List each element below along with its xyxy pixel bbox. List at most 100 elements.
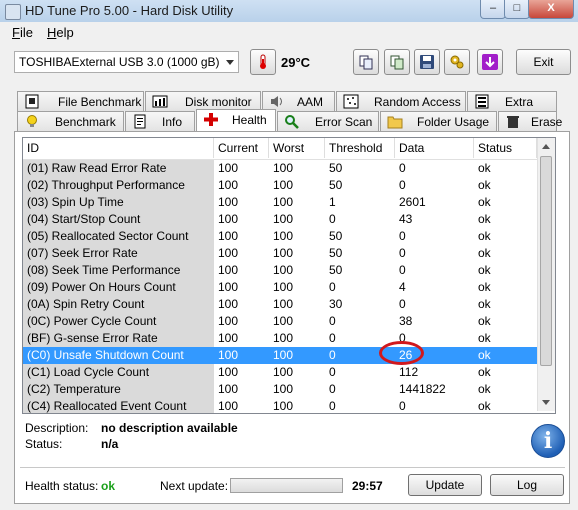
minimize-button[interactable]: – bbox=[480, 0, 506, 19]
table-cell-threshold: 50 bbox=[329, 229, 343, 243]
table-cell-current: 100 bbox=[218, 399, 239, 413]
table-row[interactable]: (05) Reallocated Sector Count 100 100 50 0 ok bbox=[23, 228, 555, 245]
folder-icon bbox=[387, 116, 403, 129]
table-cell-status: ok bbox=[478, 348, 491, 362]
tab-health[interactable]: Health bbox=[196, 109, 276, 131]
table-row[interactable]: (08) Seek Time Performance 100 100 50 0 ok bbox=[23, 262, 555, 279]
maximize-button[interactable]: □ bbox=[504, 0, 530, 19]
exit-button[interactable]: Exit bbox=[516, 49, 571, 75]
table-cell-worst: 100 bbox=[273, 331, 294, 345]
table-cell-status: ok bbox=[478, 399, 491, 413]
table-cell-threshold: 0 bbox=[329, 365, 336, 379]
options-button[interactable] bbox=[444, 49, 470, 75]
table-cell-id: (BF) G-sense Error Rate bbox=[23, 330, 214, 347]
table-cell-data: 0 bbox=[399, 399, 406, 413]
table-row[interactable]: (04) Start/Stop Count 100 100 0 43 ok bbox=[23, 211, 555, 228]
health-status-value: ok bbox=[101, 479, 116, 493]
save-icon bbox=[420, 55, 434, 69]
tab-aam[interactable]: AAM bbox=[262, 91, 335, 111]
table-row[interactable]: (01) Raw Read Error Rate 100 100 50 0 ok bbox=[23, 160, 555, 177]
scroll-thumb[interactable] bbox=[540, 156, 552, 366]
table-row[interactable]: (BF) G-sense Error Rate 100 100 0 0 ok bbox=[23, 330, 555, 347]
table-cell-threshold: 0 bbox=[329, 212, 336, 226]
extra-tests-icon bbox=[475, 94, 489, 109]
table-cell-id: (05) Reallocated Sector Count bbox=[23, 228, 214, 245]
table-cell-id: (0A) Spin Retry Count bbox=[23, 296, 214, 313]
info-icon[interactable]: i bbox=[531, 424, 565, 458]
copy-screenshot-button[interactable] bbox=[384, 49, 410, 75]
table-cell-id: (C4) Reallocated Event Count bbox=[23, 398, 214, 413]
column-header-worst[interactable]: Worst bbox=[269, 138, 325, 158]
table-cell-id: (C2) Temperature bbox=[23, 381, 214, 398]
column-header-current[interactable]: Current bbox=[214, 138, 269, 158]
save-button[interactable] bbox=[414, 49, 440, 75]
tab-folder-usage[interactable]: Folder Usage bbox=[380, 111, 497, 131]
menu-file[interactable]: File bbox=[12, 25, 33, 40]
tab-file-benchmark[interactable]: File Benchmark bbox=[17, 91, 144, 111]
tab-random-access[interactable]: Random Access bbox=[336, 91, 466, 111]
tab-info[interactable]: Info bbox=[125, 111, 195, 131]
table-cell-threshold: 0 bbox=[329, 399, 336, 413]
table-cell-status: ok bbox=[478, 195, 491, 209]
table-cell-status: ok bbox=[478, 331, 491, 345]
table-row[interactable]: (0A) Spin Retry Count 100 100 30 0 ok bbox=[23, 296, 555, 313]
random-access-icon bbox=[343, 94, 359, 109]
download-button[interactable] bbox=[477, 49, 503, 75]
table-row[interactable]: (03) Spin Up Time 100 100 1 2601 ok bbox=[23, 194, 555, 211]
table-row[interactable]: (02) Throughput Performance 100 100 50 0 ok bbox=[23, 177, 555, 194]
table-cell-status: ok bbox=[478, 178, 491, 192]
update-button[interactable]: Update bbox=[408, 474, 482, 496]
table-cell-threshold: 0 bbox=[329, 382, 336, 396]
table-cell-data: 2601 bbox=[399, 195, 426, 209]
scroll-up-arrow-icon[interactable] bbox=[542, 144, 550, 149]
table-row[interactable]: (C0) Unsafe Shutdown Count 100 100 0 26 ok bbox=[23, 347, 555, 364]
column-header-status[interactable]: Status bbox=[474, 138, 537, 158]
table-row[interactable]: (0C) Power Cycle Count 100 100 0 38 ok bbox=[23, 313, 555, 330]
table-cell-current: 100 bbox=[218, 263, 239, 277]
divider bbox=[20, 467, 565, 468]
menu-help[interactable]: Help bbox=[47, 25, 74, 40]
table-cell-status: ok bbox=[478, 212, 491, 226]
thermometer-icon bbox=[260, 54, 266, 69]
table-cell-worst: 100 bbox=[273, 263, 294, 277]
speaker-icon bbox=[271, 96, 282, 107]
trash-icon bbox=[507, 116, 519, 128]
log-button[interactable]: Log bbox=[490, 474, 564, 496]
table-cell-current: 100 bbox=[218, 246, 239, 260]
drive-select[interactable]: TOSHIBAExternal USB 3.0 (1000 gB) bbox=[14, 51, 239, 73]
table-row[interactable]: (09) Power On Hours Count 100 100 0 4 ok bbox=[23, 279, 555, 296]
copy-button[interactable] bbox=[353, 49, 379, 75]
smart-table[interactable]: ID Current Worst Threshold Data Status (… bbox=[22, 137, 556, 414]
info-document-icon bbox=[134, 114, 146, 129]
column-header-threshold[interactable]: Threshold bbox=[325, 138, 395, 158]
table-cell-current: 100 bbox=[218, 212, 239, 226]
vertical-scrollbar[interactable] bbox=[537, 138, 555, 411]
window-title: HD Tune Pro 5.00 - Hard Disk Utility bbox=[25, 3, 234, 18]
countdown-timer: 29:57 bbox=[352, 479, 383, 493]
table-cell-threshold: 0 bbox=[329, 314, 336, 328]
tab-disk-monitor[interactable]: Disk monitor bbox=[145, 91, 261, 111]
table-cell-data: 4 bbox=[399, 280, 406, 294]
tab-benchmark[interactable]: Benchmark bbox=[17, 111, 124, 131]
column-header-id[interactable]: ID bbox=[23, 138, 214, 158]
next-update-label: Next update: bbox=[160, 479, 229, 493]
tab-extra-tests[interactable]: Extra tests bbox=[467, 91, 557, 123]
column-header-data[interactable]: Data bbox=[395, 138, 474, 158]
table-cell-threshold: 1 bbox=[329, 195, 336, 209]
table-row[interactable]: (C4) Reallocated Event Count 100 100 0 0 ok bbox=[23, 398, 555, 413]
table-row[interactable]: (C1) Load Cycle Count 100 100 0 112 ok bbox=[23, 364, 555, 381]
file-benchmark-icon bbox=[25, 94, 39, 109]
table-cell-status: ok bbox=[478, 382, 491, 396]
scroll-down-arrow-icon[interactable] bbox=[542, 400, 550, 405]
tab-erase[interactable]: Erase bbox=[498, 111, 562, 131]
table-cell-worst: 100 bbox=[273, 382, 294, 396]
table-cell-worst: 100 bbox=[273, 399, 294, 413]
table-cell-status: ok bbox=[478, 161, 491, 175]
app-icon bbox=[5, 4, 21, 20]
tab-error-scan[interactable]: Error Scan bbox=[277, 111, 379, 131]
table-row[interactable]: (07) Seek Error Rate 100 100 50 0 ok bbox=[23, 245, 555, 262]
chevron-down-icon bbox=[226, 60, 234, 65]
temperature-button[interactable] bbox=[250, 49, 276, 75]
table-row[interactable]: (C2) Temperature 100 100 0 1441822 ok bbox=[23, 381, 555, 398]
close-button[interactable]: X bbox=[528, 0, 574, 19]
